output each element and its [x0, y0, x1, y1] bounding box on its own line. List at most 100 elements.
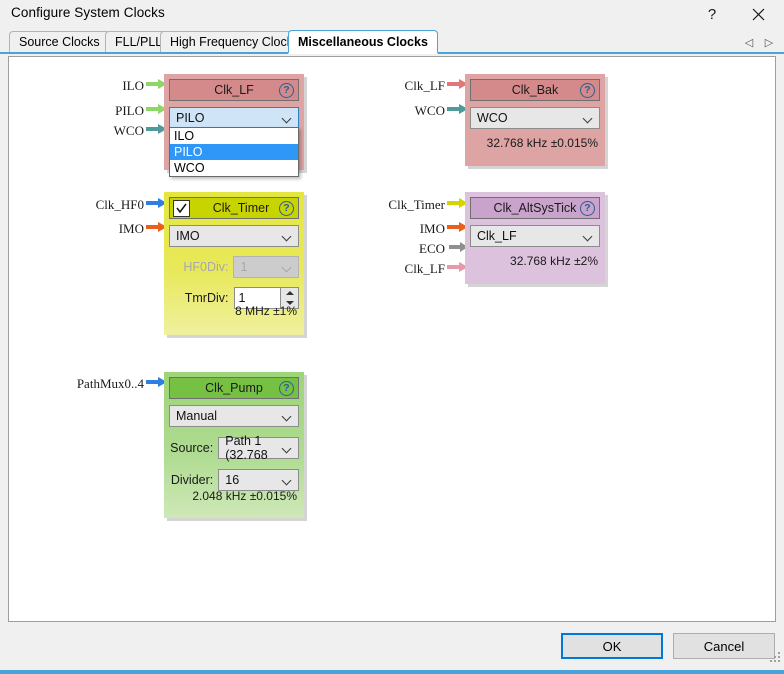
signal-label-ilo: ILO	[122, 78, 144, 93]
clk-bak-header: Clk_Bak ?	[470, 79, 600, 101]
signal-label-clk-hf0: Clk_HF0	[95, 197, 144, 212]
tab-strip: Source Clocks FLL/PLL High Frequency Clo…	[0, 30, 784, 54]
configure-system-clocks-dialog: Configure System Clocks ? Source Clocks …	[0, 0, 784, 674]
tab-label: FLL/PLL	[115, 35, 163, 49]
title-bar: Configure System Clocks ?	[0, 0, 784, 28]
tab-label: Miscellaneous Clocks	[298, 34, 428, 49]
tmrdiv-label: TmrDiv:	[184, 291, 229, 305]
clk-altsystick-header: Clk_AltSysTick ?	[470, 197, 600, 219]
tab-scroll-prev-button[interactable]: ◁	[742, 33, 756, 51]
dialog-footer: OK Cancel	[0, 624, 784, 674]
signal-label-wco-lf: WCO	[113, 123, 144, 138]
clk-pump-mode-combobox[interactable]: Manual	[169, 405, 299, 427]
clk-bak-frequency-readout: 32.768 kHz ±0.015%	[486, 136, 598, 150]
signal-label-imo-timer: IMO	[118, 221, 144, 236]
dropdown-option-pilo[interactable]: PILO	[170, 144, 298, 160]
chevron-down-icon	[283, 264, 292, 270]
chevron-down-icon	[584, 233, 593, 239]
help-icon[interactable]: ?	[279, 201, 294, 216]
signal-arrow-ilo	[146, 79, 167, 89]
help-icon[interactable]: ?	[279, 83, 294, 98]
resize-grip[interactable]	[770, 652, 780, 662]
cancel-button-label: Cancel	[703, 638, 745, 654]
close-icon	[752, 8, 764, 20]
signal-label-clk-lf-ast: Clk_LF	[404, 261, 445, 276]
tmrdiv-value: 1	[238, 291, 246, 305]
clk-pump-header: Clk_Pump ?	[169, 377, 299, 399]
hf0div-label: HF0Div:	[183, 260, 229, 274]
clk-bak-source-value: WCO	[477, 111, 508, 125]
clk-lf-header: Clk_LF ?	[169, 79, 299, 101]
triangle-up-icon	[286, 291, 294, 295]
clock-diagram-canvas: ILO PILO WCO Clk_LF ? PILO ILO PILO WCO …	[8, 56, 776, 622]
tab-high-frequency-clocks[interactable]: High Frequency Clocks	[160, 31, 310, 52]
close-button[interactable]	[738, 0, 778, 28]
signal-label-clk-lf-bak: Clk_LF	[404, 78, 445, 93]
clk-timer-source-combobox[interactable]: IMO	[169, 225, 299, 247]
tab-label: High Frequency Clocks	[170, 35, 300, 49]
signal-arrow-pilo	[146, 104, 167, 114]
chevron-down-icon	[283, 233, 292, 239]
clk-timer-source-value: IMO	[176, 229, 200, 243]
clock-block-clk-altsystick[interactable]: Clk_AltSysTick ? Clk_LF 32.768 kHz ±2%	[465, 192, 605, 284]
hf0div-combobox: 1	[233, 256, 299, 278]
tab-source-clocks[interactable]: Source Clocks	[9, 31, 110, 52]
chevron-down-icon	[283, 115, 292, 121]
clk-altsystick-source-combobox[interactable]: Clk_LF	[470, 225, 600, 247]
clock-block-clk-pump[interactable]: Clk_Pump ? Manual Source: Path 1 (32.768…	[164, 372, 304, 518]
clk-pump-source-combobox[interactable]: Path 1 (32.768	[218, 434, 299, 462]
clock-block-clk-bak[interactable]: Clk_Bak ? WCO 32.768 kHz ±0.015%	[465, 74, 605, 166]
clk-bak-source-combobox[interactable]: WCO	[470, 107, 600, 129]
tab-miscellaneous-clocks[interactable]: Miscellaneous Clocks	[288, 30, 438, 54]
clk-pump-divider-combobox[interactable]: 16	[218, 469, 299, 491]
signal-arrow-imo-timer	[146, 222, 167, 232]
hf0div-value: 1	[240, 260, 248, 274]
question-mark-icon: ?	[707, 5, 717, 23]
signal-arrow-clk-hf0	[146, 198, 167, 208]
clk-timer-frequency-readout: 8 MHz ±1%	[235, 304, 297, 318]
clock-block-clk-timer[interactable]: Clk_Timer ? IMO HF0Div: 1 TmrDiv: 1 8 MH…	[164, 192, 304, 335]
tab-scroll-next-button[interactable]: ▷	[762, 33, 776, 51]
signal-label-pilo: PILO	[115, 103, 144, 118]
ok-button[interactable]: OK	[561, 633, 663, 659]
chevron-left-icon: ◁	[744, 36, 754, 49]
page-title: Configure System Clocks	[11, 5, 165, 20]
signal-label-clk-timer-ast: Clk_Timer	[388, 197, 445, 212]
signal-label-pathmux: PathMux0..4	[76, 376, 144, 391]
help-icon[interactable]: ?	[580, 83, 595, 98]
help-button[interactable]: ?	[692, 0, 732, 28]
clk-pump-frequency-readout: 2.048 kHz ±0.015%	[192, 489, 297, 503]
clk-altsystick-source-value: Clk_LF	[477, 229, 517, 243]
signal-arrow-pathmux	[146, 377, 167, 387]
chevron-down-icon	[283, 477, 292, 483]
clk-altsystick-frequency-readout: 32.768 kHz ±2%	[510, 254, 598, 268]
dropdown-option-wco[interactable]: WCO	[170, 160, 298, 176]
status-accent-bar	[0, 670, 784, 674]
clk-pump-mode-value: Manual	[176, 409, 217, 423]
signal-arrow-clk-timer-ast	[447, 198, 468, 208]
signal-label-wco-bak: WCO	[414, 103, 445, 118]
clk-lf-source-value: PILO	[176, 111, 205, 125]
help-icon[interactable]: ?	[580, 201, 595, 216]
clk-timer-header: Clk_Timer ?	[169, 197, 299, 219]
spinner-up-button[interactable]	[281, 288, 299, 298]
chevron-right-icon: ▷	[764, 36, 774, 49]
chevron-down-icon	[283, 445, 292, 451]
dropdown-option-ilo[interactable]: ILO	[170, 128, 298, 144]
signal-arrow-wco-bak	[447, 104, 468, 114]
tab-label: Source Clocks	[19, 35, 100, 49]
clk-pump-divider-label: Divider:	[170, 473, 214, 487]
signal-label-imo-ast: IMO	[419, 221, 445, 236]
clk-pump-source-label: Source:	[170, 441, 214, 455]
help-icon[interactable]: ?	[279, 381, 294, 396]
signal-arrow-clk-lf-ast	[447, 262, 468, 272]
clk-lf-source-combobox[interactable]: PILO	[169, 107, 299, 129]
signal-arrow-clk-lf-bak	[447, 79, 468, 89]
signal-label-eco-ast: ECO	[419, 241, 445, 256]
cancel-button[interactable]: Cancel	[673, 633, 775, 659]
chevron-down-icon	[584, 115, 593, 121]
clk-lf-source-dropdown-list[interactable]: ILO PILO WCO	[169, 127, 299, 177]
clk-pump-divider-value: 16	[225, 473, 240, 487]
signal-arrow-wco-lf	[146, 124, 167, 134]
ok-button-label: OK	[602, 638, 622, 654]
